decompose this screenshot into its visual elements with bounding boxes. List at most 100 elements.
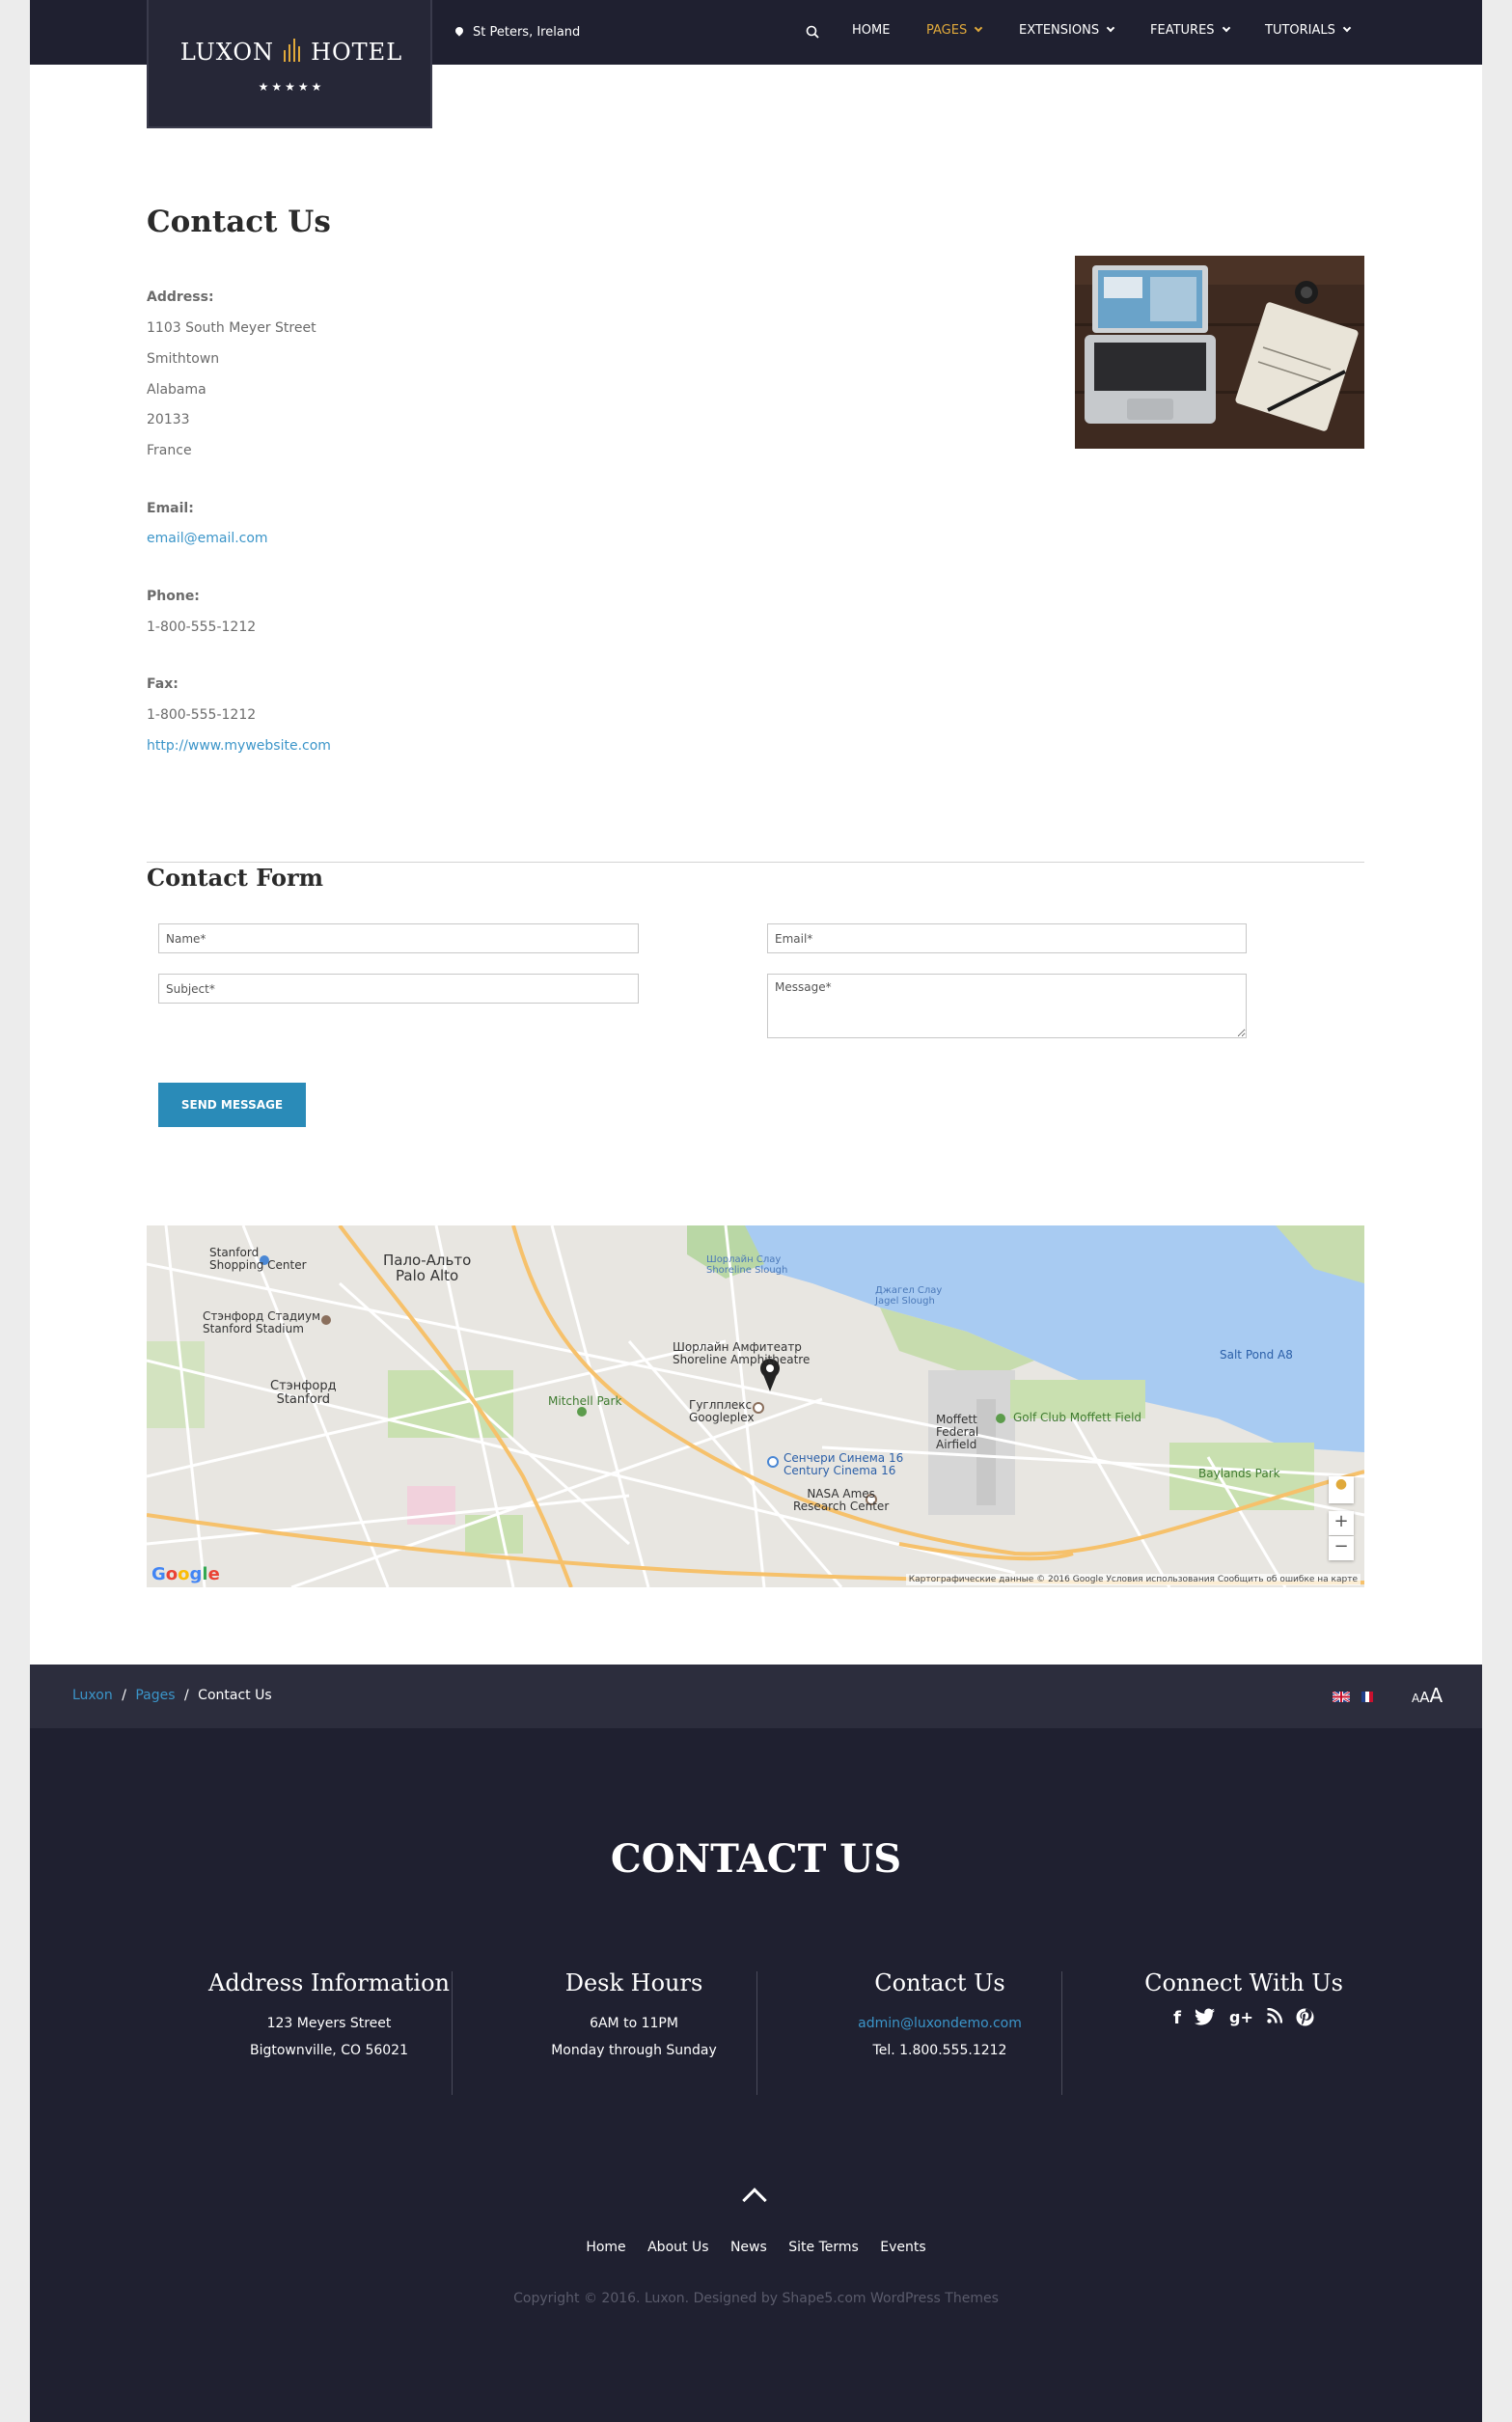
send-message-button[interactable]: SEND MESSAGE (158, 1083, 306, 1127)
chevron-down-icon (1342, 23, 1352, 33)
address-line: Alabama (147, 382, 206, 398)
pinterest-icon[interactable] (1296, 2008, 1314, 2026)
map-label-jagel: Джагел Слау Jagel Slough (875, 1285, 943, 1307)
footer-heading: Contact Us (874, 1969, 1005, 1996)
email-label: Email: (147, 501, 194, 516)
map-label-mitchell-park: Mitchell Park (548, 1394, 622, 1408)
breadcrumb-link-luxon[interactable]: Luxon (72, 1688, 113, 1703)
nav-tutorials[interactable]: TUTORIALS (1265, 23, 1352, 38)
map-label-salt-pond: Salt Pond A8 (1220, 1348, 1293, 1362)
google-logo: Google (151, 1564, 220, 1584)
map-label-stanford: Стэнфорд Stanford (270, 1379, 337, 1407)
map-label-nasa: NASA Ames Research Center (793, 1487, 890, 1513)
map-label-baylands: Baylands Park (1198, 1467, 1280, 1480)
map-label-stanford-stadium: Стэнфорд Стадиум Stanford Stadium (203, 1309, 321, 1335)
breadcrumb-separator: / (122, 1688, 126, 1703)
nav-features[interactable]: FEATURES (1150, 23, 1230, 38)
font-size-medium[interactable]: A (1419, 1689, 1429, 1706)
font-size-large[interactable]: A (1429, 1684, 1443, 1707)
social-links: f g+ (1091, 2008, 1396, 2028)
address-line: Smithtown (147, 351, 220, 367)
footer-nav: Home About Us News Site Terms Events (30, 2240, 1482, 2255)
footer-column-divider (1061, 1971, 1062, 2095)
logo-stars: ★★★★★ (258, 80, 325, 94)
zoom-out-button[interactable]: − (1329, 1536, 1354, 1560)
address-line: 20133 (147, 412, 190, 427)
message-field[interactable] (767, 974, 1247, 1038)
footer-text: 123 Meyers Street (266, 2016, 392, 2031)
map-pin-icon (454, 25, 465, 37)
footer-contact-column: Contact Us admin@luxondemo.com Tel. 1.80… (787, 1969, 1092, 2064)
breadcrumb-bar: Luxon / Pages / Contact Us AAA (30, 1665, 1482, 1728)
footer-column-divider (756, 1971, 757, 2095)
flag-uk-icon[interactable] (1333, 1692, 1350, 1702)
map-label-shoreline-slough: Шорлайн Слау Shoreline Slough (706, 1254, 788, 1276)
map-label-shoreline: Шорлайн Амфитеатр Shoreline Amphitheatre (673, 1340, 811, 1366)
footer-hours-column: Desk Hours 6AM to 11PM Monday through Su… (481, 1969, 786, 2064)
email-link[interactable]: email@email.com (147, 531, 268, 546)
font-size-tool[interactable]: AAA (1412, 1684, 1443, 1707)
laptop-photo (1075, 256, 1364, 449)
footer-link-home[interactable]: Home (586, 2240, 625, 2255)
location: St Peters, Ireland (454, 25, 581, 40)
zoom-in-button[interactable]: + (1329, 1511, 1354, 1535)
footer-address-column: Address Information 123 Meyers Street Bi… (177, 1969, 481, 2064)
twitter-icon[interactable] (1194, 2008, 1216, 2025)
map[interactable]: Stanford Shopping Center Пало-Альто Palo… (147, 1225, 1364, 1587)
name-field[interactable] (158, 923, 639, 953)
page: St Peters, Ireland HOME PAGES EXTENSIONS… (30, 0, 1482, 2422)
chevron-down-icon (1222, 23, 1230, 33)
breadcrumb-separator: / (184, 1688, 189, 1703)
nav-home[interactable]: HOME (852, 23, 890, 38)
logo-bars-icon (282, 39, 303, 62)
breadcrumb: Luxon / Pages / Contact Us (72, 1688, 272, 1703)
section-divider (147, 862, 1364, 863)
logo[interactable]: LUXON HOTEL ★★★★★ (147, 0, 432, 128)
search-icon[interactable] (806, 25, 819, 39)
facebook-icon[interactable]: f (1173, 2008, 1181, 2028)
footer-social-column: Connect With Us f g+ (1091, 1969, 1396, 2028)
footer-text: 6AM to 11PM (590, 2016, 678, 2031)
map-label-stanford-sc: Stanford Shopping Center (209, 1246, 307, 1272)
logo-text: LUXON HOTEL (179, 39, 403, 66)
phone-label: Phone: (147, 589, 200, 604)
page-title: Contact Us (147, 205, 331, 239)
footer-link-news[interactable]: News (730, 2240, 767, 2255)
footer-heading: Desk Hours (564, 1969, 703, 1996)
footer-link-terms[interactable]: Site Terms (788, 2240, 859, 2255)
phone-value: 1-800-555-1212 (147, 619, 257, 635)
map-label-moffett: Moffett Federal Airfield (936, 1413, 979, 1451)
footer-text: Monday through Sunday (551, 2043, 717, 2058)
footer-title: CONTACT US (610, 1836, 902, 1882)
footer-text: Bigtownville, CO 56021 (249, 2043, 408, 2058)
rss-icon[interactable] (1267, 2008, 1282, 2023)
footer-heading: Connect With Us (1144, 1969, 1343, 1996)
form-title: Contact Form (147, 864, 324, 892)
footer-link-events[interactable]: Events (880, 2240, 925, 2255)
nav-pages[interactable]: PAGES (926, 23, 983, 38)
footer-link-about[interactable]: About Us (647, 2240, 708, 2255)
fax-value: 1-800-555-1212 (147, 707, 257, 723)
website-link[interactable]: http://www.mywebsite.com (147, 738, 331, 754)
breadcrumb-link-pages[interactable]: Pages (135, 1688, 175, 1703)
email-field[interactable] (767, 923, 1247, 953)
map-label-googleplex: Гуглплекс Googleplex (689, 1398, 755, 1424)
flag-fr-icon[interactable] (1361, 1692, 1373, 1702)
footer-heading: Address Information (207, 1969, 451, 1996)
street-view-icon[interactable]: ● (1329, 1476, 1354, 1503)
chevron-down-icon (974, 23, 983, 33)
google-plus-icon[interactable]: g+ (1229, 2008, 1253, 2028)
map-credit[interactable]: Картографические данные © 2016 Google Ус… (905, 1574, 1361, 1585)
footer-column-divider (452, 1971, 453, 2095)
back-to-top-icon[interactable] (742, 2188, 767, 2213)
subject-field[interactable] (158, 974, 639, 1004)
address-label: Address: (147, 289, 214, 305)
footer-text: Tel. 1.800.555.1212 (872, 2043, 1007, 2058)
address-line: France (147, 443, 192, 458)
font-size-small[interactable]: A (1412, 1692, 1419, 1705)
location-text: St Peters, Ireland (473, 25, 581, 40)
chevron-down-icon (1106, 23, 1115, 33)
address-line: 1103 South Meyer Street (147, 320, 316, 336)
nav-extensions[interactable]: EXTENSIONS (1019, 23, 1115, 38)
footer-email-link[interactable]: admin@luxondemo.com (787, 2010, 1092, 2037)
